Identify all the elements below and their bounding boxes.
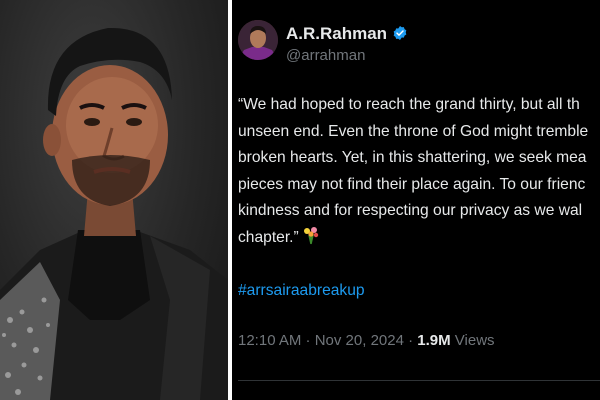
tweet-card: A.R.Rahman @arrahman “We had hoped to re… [232, 0, 600, 400]
tweet-meta: 12:10 AM · Nov 20, 2024 · 1.9M Views [238, 332, 495, 349]
handle[interactable]: @arrahman [286, 47, 365, 64]
display-name-row[interactable]: A.R.Rahman [286, 24, 408, 44]
portrait-illustration [0, 27, 228, 400]
tweet-text-line: pieces may not find their place again. T… [238, 175, 586, 193]
timestamp[interactable]: 12:10 AM · Nov 20, 2024 · [238, 332, 417, 349]
tweet-text-line: unseen end. Even the throne of God might… [238, 122, 589, 140]
views-count: 1.9M [417, 332, 451, 349]
verified-badge-icon [393, 26, 407, 40]
tweet-text-line: chapter.” [238, 228, 299, 246]
tweet-text-line-last: chapter.” [238, 225, 600, 252]
tweet-text-line: kindness and for respecting our privacy … [238, 202, 583, 219]
tweet-text: “We had hoped to reach the grand thirty,… [238, 92, 600, 251]
avatar-image [238, 20, 278, 60]
hashtag-link[interactable]: #arrsairaabreakup [238, 282, 365, 300]
display-name[interactable]: A.R.Rahman [286, 24, 387, 43]
divider-line [238, 380, 600, 381]
avatar[interactable] [238, 20, 278, 60]
tweet-text-line: broken hearts. Yet, in this shattering, … [238, 149, 587, 166]
bouquet-emoji-icon [303, 226, 318, 244]
tweet-text-line: “We had hoped to reach the grand thirty,… [238, 96, 580, 113]
portrait-photo [0, 0, 228, 400]
views-label: Views [450, 332, 495, 349]
